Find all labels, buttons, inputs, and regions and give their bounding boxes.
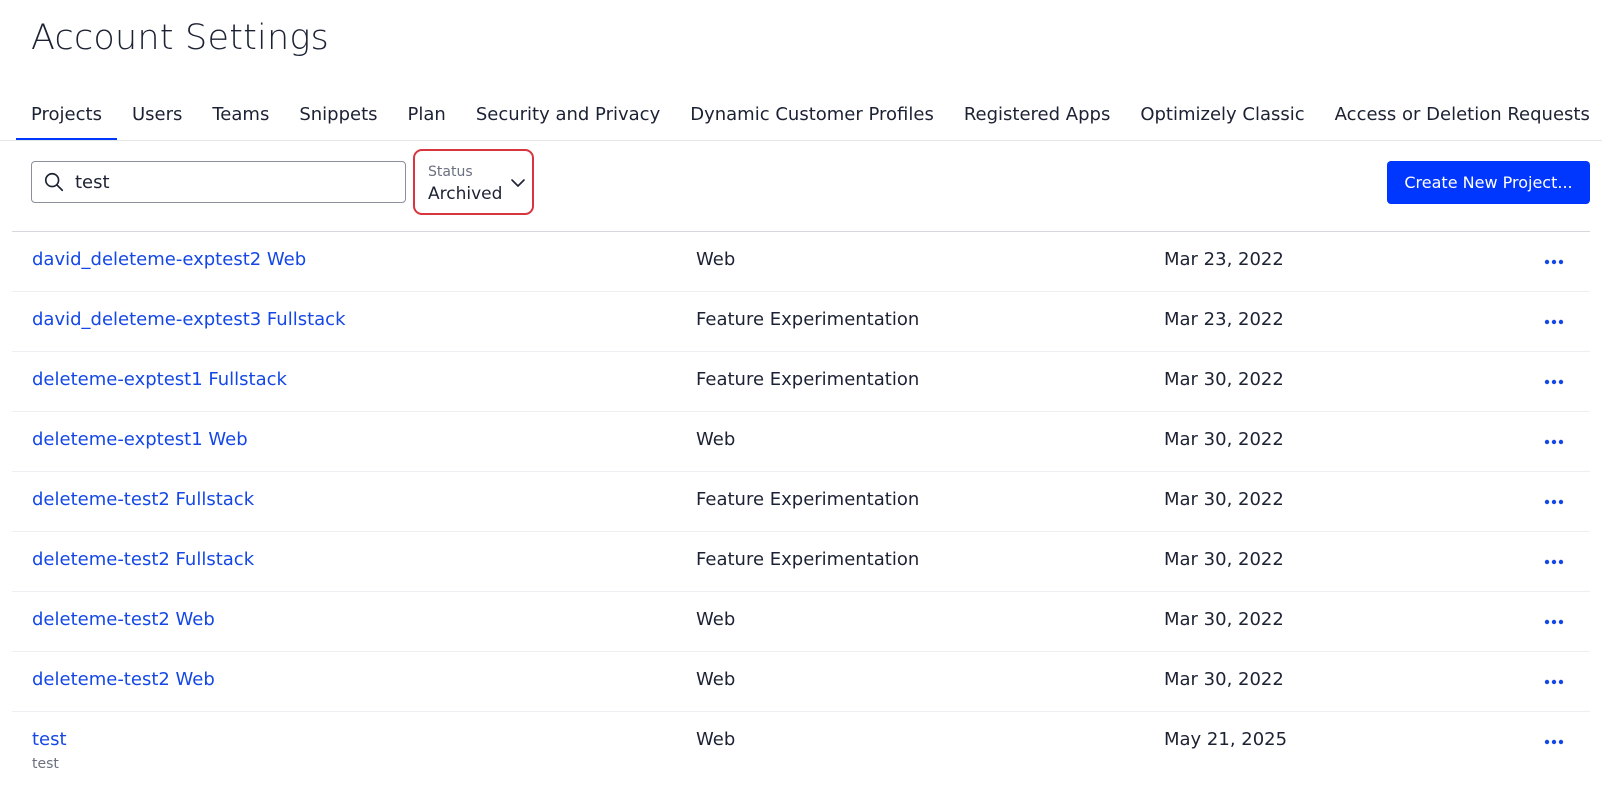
project-name-link[interactable]: deleteme-test2 Web — [32, 609, 215, 630]
status-filter-value: Archived — [428, 184, 503, 204]
more-options-icon[interactable] — [1542, 492, 1566, 512]
project-name-link[interactable]: deleteme-exptest1 Fullstack — [32, 369, 287, 390]
create-new-project-button[interactable]: Create New Project... — [1387, 161, 1590, 204]
table-row: deleteme-test2 Web Web Mar 30, 2022 — [12, 652, 1590, 712]
tab-optimizely-classic[interactable]: Optimizely Classic — [1125, 96, 1319, 141]
project-date: Mar 30, 2022 — [1164, 369, 1284, 390]
project-platform: Web — [696, 609, 736, 630]
projects-table: david_deleteme-exptest2 Web Web Mar 23, … — [12, 232, 1590, 772]
project-platform: Web — [696, 669, 736, 690]
project-name-link[interactable]: deleteme-test2 Web — [32, 669, 215, 690]
project-description: test — [32, 756, 59, 772]
more-options-icon[interactable] — [1542, 672, 1566, 692]
more-options-icon[interactable] — [1542, 552, 1566, 572]
project-platform: Web — [696, 729, 736, 750]
project-platform: Feature Experimentation — [696, 309, 920, 330]
table-row: deleteme-exptest1 Fullstack Feature Expe… — [12, 352, 1590, 412]
project-name-link[interactable]: deleteme-test2 Fullstack — [32, 549, 254, 570]
more-options-icon[interactable] — [1542, 432, 1566, 452]
tab-dynamic-customer-profiles[interactable]: Dynamic Customer Profiles — [675, 96, 949, 141]
status-filter-label: Status — [428, 164, 473, 180]
tab-projects[interactable]: Projects — [16, 96, 117, 141]
project-name-link[interactable]: deleteme-exptest1 Web — [32, 429, 248, 450]
tab-plan[interactable]: Plan — [393, 96, 461, 141]
project-platform: Feature Experimentation — [696, 369, 920, 390]
search-icon — [44, 172, 64, 192]
tab-access-or-deletion-requests[interactable]: Access or Deletion Requests — [1320, 96, 1602, 141]
table-row: david_deleteme-exptest3 Fullstack Featur… — [12, 292, 1590, 352]
tab-registered-apps[interactable]: Registered Apps — [949, 96, 1125, 141]
table-row: deleteme-test2 Fullstack Feature Experim… — [12, 532, 1590, 592]
table-row: david_deleteme-exptest2 Web Web Mar 23, … — [12, 232, 1590, 292]
project-platform: Web — [696, 249, 736, 270]
tab-teams[interactable]: Teams — [197, 96, 284, 141]
search-input[interactable] — [73, 170, 377, 194]
more-options-icon[interactable] — [1542, 372, 1566, 392]
more-options-icon[interactable] — [1542, 252, 1566, 272]
settings-tabs: Projects Users Teams Snippets Plan Secur… — [16, 96, 1602, 141]
project-platform: Feature Experimentation — [696, 489, 920, 510]
table-row: deleteme-exptest1 Web Web Mar 30, 2022 — [12, 412, 1590, 472]
project-date: Mar 30, 2022 — [1164, 489, 1284, 510]
tab-users[interactable]: Users — [117, 96, 197, 141]
page-title: Account Settings — [31, 18, 329, 58]
table-row: deleteme-test2 Fullstack Feature Experim… — [12, 472, 1590, 532]
project-date: Mar 30, 2022 — [1164, 669, 1284, 690]
project-name-link[interactable]: david_deleteme-exptest3 Fullstack — [32, 309, 346, 330]
table-row: test test Web May 21, 2025 — [12, 712, 1590, 772]
more-options-icon[interactable] — [1542, 312, 1566, 332]
more-options-icon[interactable] — [1542, 732, 1566, 752]
status-filter-dropdown[interactable]: Status Archived — [413, 149, 534, 215]
project-date: May 21, 2025 — [1164, 729, 1288, 750]
project-date: Mar 30, 2022 — [1164, 429, 1284, 450]
account-settings-page: Account Settings Projects Users Teams Sn… — [0, 0, 1602, 797]
project-date: Mar 30, 2022 — [1164, 549, 1284, 570]
tab-security-and-privacy[interactable]: Security and Privacy — [461, 96, 675, 141]
project-date: Mar 23, 2022 — [1164, 309, 1284, 330]
project-name-link[interactable]: test — [32, 729, 67, 750]
project-name-link[interactable]: deleteme-test2 Fullstack — [32, 489, 254, 510]
tab-snippets[interactable]: Snippets — [284, 96, 392, 141]
project-platform: Web — [696, 429, 736, 450]
more-options-icon[interactable] — [1542, 612, 1566, 632]
project-date: Mar 23, 2022 — [1164, 249, 1284, 270]
chevron-down-icon — [511, 179, 525, 187]
tabs-divider — [0, 140, 1602, 141]
search-box[interactable] — [31, 161, 406, 203]
table-row: deleteme-test2 Web Web Mar 30, 2022 — [12, 592, 1590, 652]
project-date: Mar 30, 2022 — [1164, 609, 1284, 630]
project-name-link[interactable]: david_deleteme-exptest2 Web — [32, 249, 306, 270]
project-platform: Feature Experimentation — [696, 549, 920, 570]
